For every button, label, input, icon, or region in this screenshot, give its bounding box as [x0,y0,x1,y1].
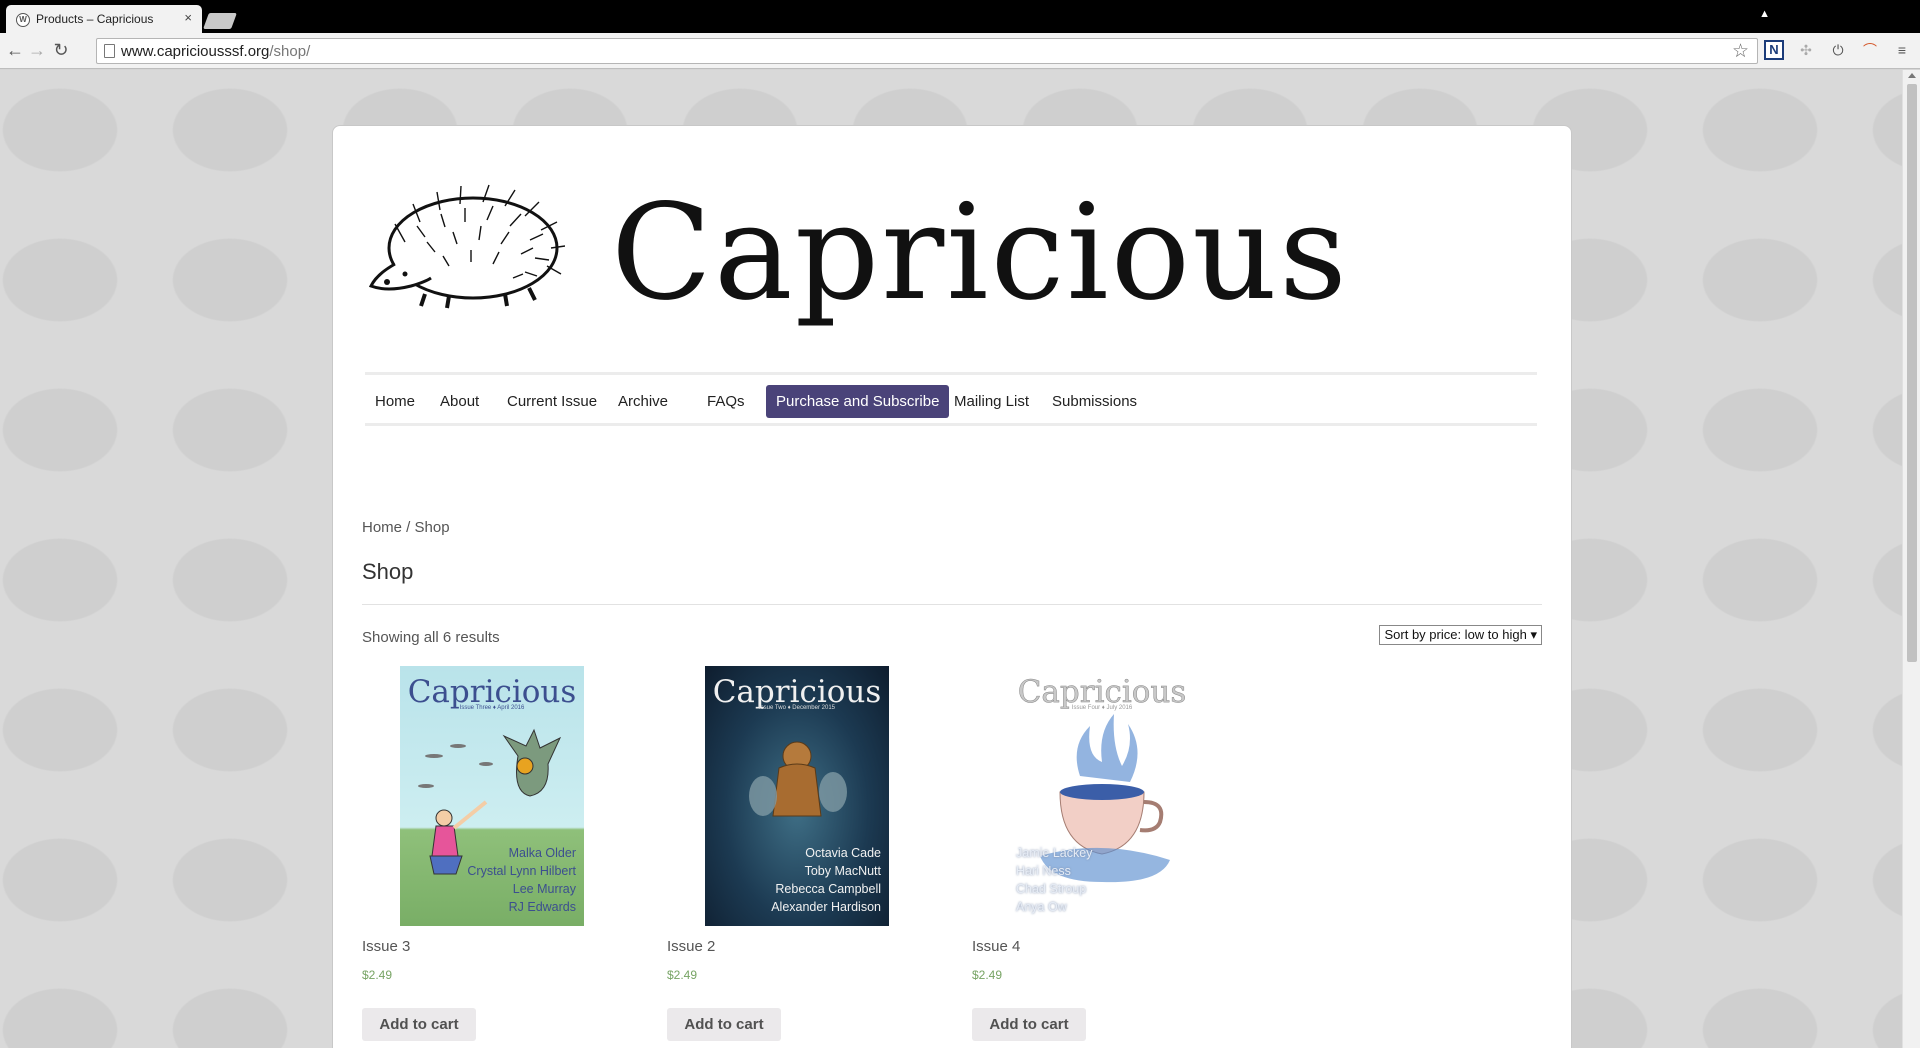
page-title: Shop [362,559,414,584]
product-name[interactable]: Issue 2 [667,938,715,955]
product-name[interactable]: Issue 3 [362,938,410,955]
address-bar[interactable]: www.capriciousssf.org/shop/ ☆ [96,38,1758,64]
cover-author: Anya Ow [1016,900,1067,914]
cover-authors: Malka Older Crystal Lynn Hilbert Lee Mur… [467,844,576,916]
site-container: Capricious Home About Current Issue Arch… [332,125,1572,1048]
cover-author: RJ Edwards [508,900,576,914]
cover-subtitle: Issue Two ♦ December 2015 [759,705,835,711]
url-text: www.capriciousssf.org/shop/ [121,43,310,60]
nav-item-faqs[interactable]: FAQs [697,385,755,418]
browser-tab[interactable]: W Products – Capricious × [6,5,202,33]
product-card: Capricious Issue Three ♦ April 2016 Malk… [362,666,584,1048]
cover-author: Jamie Lackey [1016,846,1093,860]
product-card: Capricious Issue Two ♦ December 2015 Oct… [667,666,889,1048]
url-host: www.capriciousssf.org [121,43,270,60]
product-name[interactable]: Issue 4 [972,938,1020,955]
page-viewport: Capricious Home About Current Issue Arch… [0,70,1902,1048]
cover-author: Alexander Hardison [771,900,881,914]
extension-power-icon[interactable]: ⏻ [1828,40,1848,60]
breadcrumb: Home / Shop [362,519,450,536]
reload-icon[interactable]: ↻ [50,39,72,61]
hedgehog-logo-icon [368,184,565,309]
browser-tab-bar: W Products – Capricious × ▲ [0,0,1920,33]
nav-item-current-issue[interactable]: Current Issue [497,385,607,418]
extension-puzzle-icon[interactable]: ✣ [1796,40,1816,60]
cover-subtitle: Issue Three ♦ April 2016 [459,705,525,711]
cover-illustration-icon [749,741,847,817]
profile-icon[interactable]: ▲ [1759,8,1770,20]
extension-rainbow-icon[interactable]: ⌒ [1860,40,1880,60]
page-scrollbar[interactable] [1902,70,1920,1048]
bookmark-star-icon[interactable]: ☆ [1732,40,1749,63]
page-icon [104,44,115,58]
sort-select[interactable]: Sort by price: low to high ▾ [1379,625,1542,645]
url-path: /shop/ [269,43,311,60]
cover-author: Octavia Cade [805,846,881,860]
nav-item-about[interactable]: About [430,385,489,418]
cover-author: Chad Stroup [1016,882,1087,896]
new-tab-button[interactable] [203,13,237,29]
product-price: $2.49 [362,968,393,982]
cover-author: Rebecca Campbell [775,882,881,896]
cover-author: Malka Older [508,846,576,860]
browser-toolbar: ← → ↻ www.capriciousssf.org/shop/ ☆ N ✣ … [0,33,1920,69]
forward-arrow-icon[interactable]: → [26,39,48,61]
product-price: $2.49 [667,968,698,982]
wordpress-favicon-icon: W [16,13,30,27]
product-card: Capricious Issue Four ♦ July 2016 Jamie … [972,666,1194,1048]
add-to-cart-button[interactable]: Add to cart [972,1008,1086,1041]
menu-icon[interactable]: ≡ [1892,40,1912,60]
result-count: Showing all 6 results [362,629,500,646]
extension-n-icon[interactable]: N [1764,40,1784,60]
add-to-cart-button[interactable]: Add to cart [667,1008,781,1041]
product-price: $2.49 [972,968,1003,982]
dropdown-arrow-icon: ▾ [1530,627,1537,642]
scrollbar-thumb[interactable] [1907,84,1917,662]
nav-item-archive[interactable]: Archive [608,385,678,418]
breadcrumb-home-link[interactable]: Home [362,519,402,536]
breadcrumb-separator: / [402,519,415,536]
tab-close-icon[interactable]: × [184,10,192,25]
back-arrow-icon[interactable]: ← [4,39,26,61]
title-divider [362,604,1542,605]
nav-item-mailing-list[interactable]: Mailing List [944,385,1039,418]
tab-title: Products – Capricious [36,12,154,26]
main-navigation: Home About Current Issue Archive FAQs Pu… [365,372,1537,426]
scroll-up-arrow-icon[interactable] [1908,73,1916,78]
product-cover-image[interactable]: Capricious Issue Four ♦ July 2016 Jamie … [1010,666,1194,926]
product-cover-image[interactable]: Capricious Issue Three ♦ April 2016 Malk… [400,666,584,926]
cover-author: Crystal Lynn Hilbert [467,864,576,878]
product-cover-image[interactable]: Capricious Issue Two ♦ December 2015 Oct… [705,666,889,926]
cover-author: Toby MacNutt [804,864,881,878]
nav-item-purchase-and-subscribe[interactable]: Purchase and Subscribe [766,385,950,418]
cover-authors: Jamie Lackey Hari Ness Chad Stroup Anya … [1016,844,1092,916]
cover-author: Lee Murray [512,882,576,896]
add-to-cart-button[interactable]: Add to cart [362,1008,476,1041]
site-title[interactable]: Capricious [611,174,1349,332]
cover-authors: Octavia Cade Toby MacNutt Rebecca Campbe… [771,844,881,916]
sort-selected-value: Sort by price: low to high [1384,627,1527,642]
breadcrumb-current: Shop [414,519,450,536]
nav-item-home[interactable]: Home [365,385,425,418]
nav-item-submissions[interactable]: Submissions [1042,385,1147,418]
cover-author: Hari Ness [1016,864,1071,878]
